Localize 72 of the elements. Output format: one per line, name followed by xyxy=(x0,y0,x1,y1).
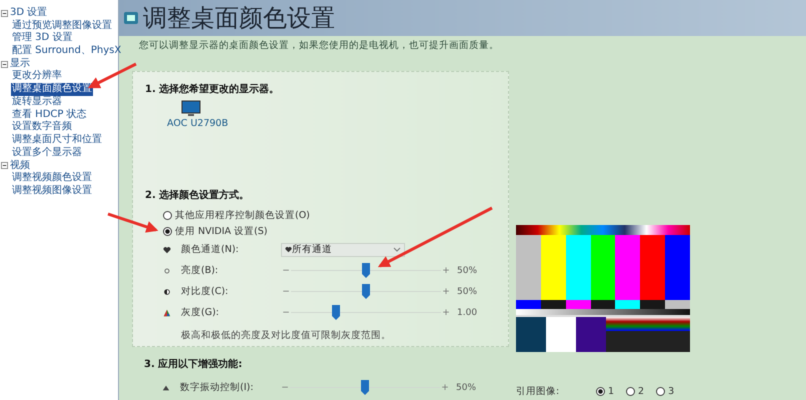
radio-button[interactable] xyxy=(656,387,666,396)
radio-label[interactable]: 1 xyxy=(608,386,614,397)
radio-label[interactable]: 使用 NVIDIA 设置(S) xyxy=(175,224,268,238)
slider-thumb[interactable] xyxy=(332,305,340,320)
plus-sign: + xyxy=(440,382,450,392)
tree-item[interactable]: 调整视频颜色设置 xyxy=(11,172,93,185)
tree-item[interactable]: 旋转显示器 xyxy=(11,96,63,109)
monitor-icon[interactable] xyxy=(181,100,201,118)
radio-button[interactable] xyxy=(163,226,172,236)
tree-item[interactable]: 通过预览调整图像设置 xyxy=(11,20,113,32)
slider-value: 50% xyxy=(457,286,478,296)
radio-label[interactable]: 3 xyxy=(668,386,674,397)
tree-group[interactable]: 视频 xyxy=(10,160,30,172)
tree-item[interactable]: 调整桌面尺寸和位置 xyxy=(11,134,103,147)
minus-sign: − xyxy=(280,382,290,392)
slider-thumb[interactable] xyxy=(362,284,370,299)
tree-item[interactable]: 调整视频图像设置 xyxy=(11,184,93,198)
slider-thumb[interactable] xyxy=(361,380,369,395)
section-heading: 1. 选择您希望更改的显示器。 xyxy=(145,82,280,96)
radio-label[interactable]: 2 xyxy=(638,386,644,397)
control-label: 灰度(G): xyxy=(181,306,220,319)
plus-sign: + xyxy=(441,266,451,276)
slider-track[interactable] xyxy=(291,305,441,320)
channel-dropdown[interactable]: 所有通道 xyxy=(281,242,405,256)
tree-group[interactable]: 显示 xyxy=(10,58,30,70)
slider-value: 50% xyxy=(456,382,476,392)
tree-item[interactable]: 查看 HDCP 状态 xyxy=(11,108,88,122)
plus-sign: + xyxy=(441,308,451,318)
radio-label[interactable]: 其他应用程序控制颜色设置(O) xyxy=(175,208,310,222)
section-heading: 3. 应用以下增强功能: xyxy=(144,357,244,371)
reference-image-label: 引用图像: xyxy=(516,385,560,398)
control-label: 亮度(B): xyxy=(181,264,220,277)
collapse-toggle-icon[interactable] xyxy=(1,162,8,170)
tree-item[interactable]: 管理 3D 设置 xyxy=(11,32,74,46)
collapse-toggle-icon[interactable] xyxy=(1,60,8,68)
plus-sign: + xyxy=(441,286,451,296)
minus-sign: − xyxy=(281,266,291,276)
radio-button[interactable] xyxy=(626,387,636,396)
tree-item[interactable]: 设置数字音频 xyxy=(11,121,73,134)
slider-thumb[interactable] xyxy=(362,263,370,278)
control-label: 颜色通道(N): xyxy=(181,243,240,256)
slider-track[interactable] xyxy=(290,380,440,395)
page-title: 调整桌面颜色设置 xyxy=(143,3,335,34)
sun-icon xyxy=(163,266,171,274)
radio-button[interactable] xyxy=(163,210,172,220)
control-panel-icon xyxy=(123,10,139,26)
color-triangle-icon xyxy=(163,308,171,316)
collapse-toggle-icon[interactable] xyxy=(1,10,8,17)
control-label: 对比度(C): xyxy=(181,285,230,298)
heart-icon xyxy=(285,246,292,253)
vibrance-icon xyxy=(162,384,170,392)
slider-track[interactable] xyxy=(291,284,441,299)
page-description: 您可以调整显示器的桌面颜色设置，如果您使用的是电视机，也可提升画面质量。 xyxy=(138,39,500,53)
note-text: 极高和极低的亮度及对比度值可限制灰度范围。 xyxy=(181,329,392,342)
minus-sign: − xyxy=(281,286,291,296)
control-label: 数字振动控制(I): xyxy=(180,381,254,394)
display-label[interactable]: AOC U2790B xyxy=(167,118,228,129)
slider-track[interactable] xyxy=(291,263,441,278)
heart-icon xyxy=(163,246,171,254)
tree-item[interactable]: 设置多个显示器 xyxy=(11,146,83,160)
tree-item[interactable]: 配置 Surround、PhysX xyxy=(11,45,122,58)
contrast-icon xyxy=(163,288,171,296)
caret-icon xyxy=(393,247,401,252)
dropdown-value: 所有通道 xyxy=(292,243,333,256)
slider-value: 50% xyxy=(457,266,478,276)
section-heading: 2. 选择颜色设置方式。 xyxy=(145,188,250,202)
arrow-annotation xyxy=(108,212,158,233)
radio-button[interactable] xyxy=(596,387,605,396)
tree-group[interactable]: 3D 设置 xyxy=(10,7,48,20)
minus-sign: − xyxy=(281,308,291,318)
slider-value: 1.00 xyxy=(457,308,478,318)
tree-item[interactable]: 更改分辨率 xyxy=(11,70,63,84)
